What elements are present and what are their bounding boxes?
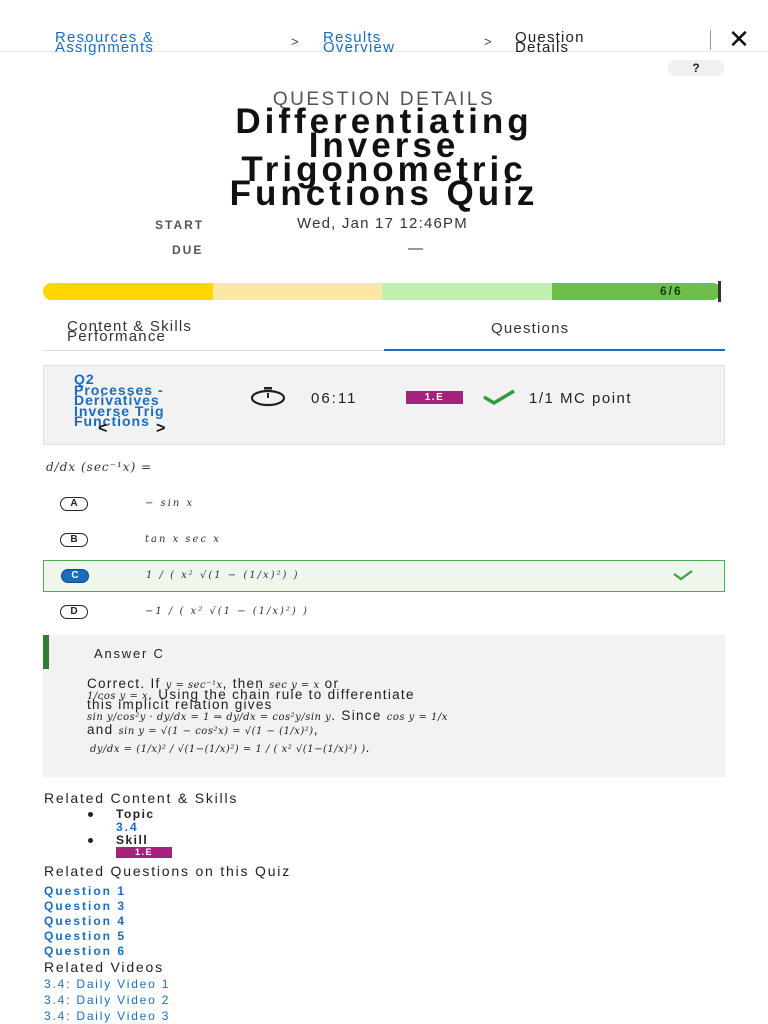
check-icon — [483, 389, 515, 406]
explanation-text: , — [313, 722, 319, 737]
close-icon[interactable]: ✕ — [724, 24, 754, 54]
explanation-text: and — [87, 722, 119, 737]
answer-title: Answer C — [94, 646, 165, 661]
breadcrumb-question-details: Question Details — [515, 30, 585, 55]
choice-text: tan x sec x — [145, 534, 221, 545]
page-title-line: Functions Quiz — [229, 174, 539, 213]
correct-check-icon — [673, 570, 693, 581]
choice-text: 1 / ( x² √(1 − (1/x)²) ) — [146, 570, 300, 581]
explanation-math: sin y = √(1 − cos²x) = √(1 − (1/x)²) — [118, 726, 314, 737]
page-title: Differentiating Inverse Trigonometric Fu… — [40, 104, 728, 213]
explanation-line: this implicit relation gives — [87, 698, 273, 712]
explanation-math: dy/dx = (1/x)² / √(1−(1/x)²) = 1 / ( x² … — [90, 744, 366, 755]
score-value: 1/1 MC point — [529, 390, 633, 407]
choice-text: − sin x — [145, 498, 195, 509]
progress-segment — [212, 283, 382, 300]
choice-text: −1 / ( x² √(1 − (1/x)²) ) — [145, 606, 309, 617]
answer-choice-c: C 1 / ( x² √(1 − (1/x)²) ) — [43, 560, 725, 592]
related-videos-heading: Related Videos — [44, 959, 164, 975]
progress-segment — [551, 283, 721, 300]
topic-link[interactable]: 3.4 — [116, 820, 139, 834]
tab-questions[interactable]: Questions — [491, 321, 569, 336]
skill-label: Skill — [116, 833, 149, 847]
topic-label: Topic — [116, 807, 155, 821]
choice-bubble-d: D — [60, 605, 88, 619]
breadcrumb-label-line2: Assignments — [55, 39, 155, 56]
list-bullet — [88, 812, 93, 817]
quiz-progress-bar — [43, 283, 721, 300]
breadcrumb-chevron-icon: > — [484, 34, 492, 49]
skill-badge: 1.E — [116, 847, 172, 858]
choice-bubble-a: A — [60, 497, 88, 511]
next-question-button[interactable]: > — [156, 420, 165, 438]
tab-content-skills-performance[interactable]: Content & Skills Performance — [67, 319, 192, 344]
due-value: — — [408, 240, 425, 257]
due-label: DUE — [172, 243, 204, 257]
explanation-text: . — [365, 740, 371, 755]
skill-badge: 1.E — [406, 391, 463, 404]
explanation-math: sin y/cos²y · dy/dx = 1 ⇒ dy/dx = cos²y/… — [87, 712, 332, 723]
previous-question-button[interactable]: < — [98, 420, 107, 438]
related-question-link[interactable]: Question 3 — [44, 899, 126, 913]
choice-bubble-b: B — [60, 533, 88, 547]
related-question-link[interactable]: Question 5 — [44, 929, 126, 943]
related-question-link[interactable]: Question 1 — [44, 884, 126, 898]
related-content-heading: Related Content & Skills — [44, 790, 239, 806]
answer-accent-bar — [43, 635, 49, 669]
start-label: START — [155, 218, 205, 232]
question-stem: d/dx (sec⁻¹x) = — [46, 460, 153, 474]
start-value: Wed, Jan 17 12:46PM — [297, 215, 468, 232]
related-video-link[interactable]: 3.4: Daily Video 1 — [44, 977, 170, 991]
explanation-math: cos y = 1/x — [386, 712, 448, 723]
stopwatch-icon — [250, 387, 286, 407]
related-question-link[interactable]: Question 6 — [44, 944, 126, 958]
breadcrumb-resources-assignments[interactable]: Resources & Assignments — [55, 30, 155, 56]
help-button[interactable]: ? — [668, 60, 724, 76]
progress-end-marker — [718, 281, 721, 302]
breadcrumb-results-overview[interactable]: Results Overview — [323, 30, 396, 56]
time-spent: 06:11 — [311, 390, 358, 407]
header-divider — [710, 30, 711, 50]
breadcrumb-label-line2: Overview — [323, 39, 396, 56]
list-bullet — [88, 838, 93, 843]
related-video-link[interactable]: 3.4: Daily Video 3 — [44, 1009, 170, 1023]
choice-bubble-c: C — [61, 569, 89, 583]
question-title-link[interactable]: Q2 Processes - Derivatives Inverse Trig … — [74, 372, 165, 427]
progress-segment — [43, 283, 213, 300]
explanation-text: . Since — [331, 708, 387, 723]
answer-choice-d: D −1 / ( x² √(1 − (1/x)²) ) — [43, 596, 725, 628]
progress-segment — [382, 283, 552, 300]
related-questions-heading: Related Questions on this Quiz — [44, 863, 291, 879]
related-video-link[interactable]: 3.4: Daily Video 2 — [44, 993, 170, 1007]
breadcrumb-chevron-icon: > — [291, 34, 299, 49]
progress-label: 6/6 — [660, 284, 683, 298]
explanation-line: sin y/cos²y · dy/dx = 1 ⇒ dy/dx = cos²y/… — [87, 708, 448, 723]
active-tab-indicator — [384, 349, 725, 351]
explanation-line: dy/dx = (1/x)² / √(1−(1/x)²) = 1 / ( x² … — [90, 740, 371, 755]
explanation-line: and sin y = √(1 − cos²x) = √(1 − (1/x)²)… — [87, 722, 319, 737]
answer-choice-a: A − sin x — [43, 488, 725, 520]
related-question-link[interactable]: Question 4 — [44, 914, 126, 928]
answer-choice-b: B tan x sec x — [43, 524, 725, 556]
